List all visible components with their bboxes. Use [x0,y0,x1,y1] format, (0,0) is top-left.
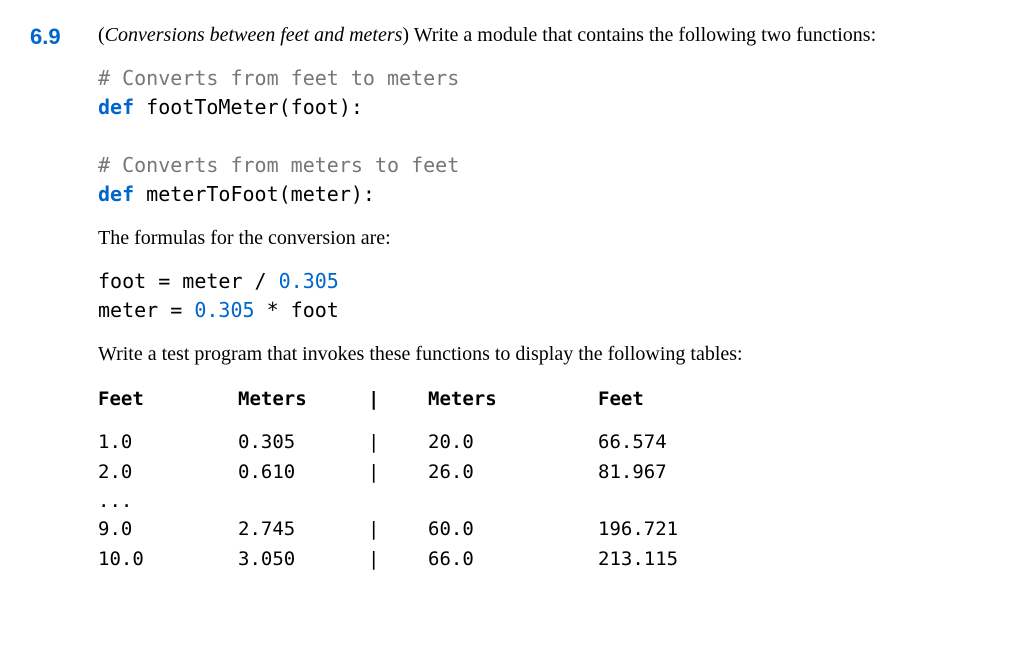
cell-separator: | [368,428,428,457]
code-keyword-def-2: def [98,182,134,206]
cell-feet-2: 196.721 [598,515,748,544]
table-row: 10.0 3.050 | 66.0 213.115 [98,545,992,574]
table-header-row: Feet Meters | Meters Feet [98,385,992,414]
table-row: 1.0 0.305 | 20.0 66.574 [98,428,992,457]
header-meters-2: Meters [428,385,598,414]
formula2-lhs: meter = [98,298,194,322]
formula-intro: The formulas for the conversion are: [98,223,992,253]
cell-meters: 3.050 [238,545,368,574]
code-func-1: footToMeter(foot): [134,95,363,119]
code-keyword-def-1: def [98,95,134,119]
test-instruction: Write a test program that invokes these … [98,339,992,369]
cell-feet: 10.0 [98,545,238,574]
cell-feet: 2.0 [98,458,238,487]
formula-block: foot = meter / 0.305 meter = 0.305 * foo… [98,267,992,325]
cell-meters-2: 26.0 [428,458,598,487]
exercise-body: (Conversions between feet and meters) Wr… [98,20,992,574]
cell-meters: 2.745 [238,515,368,544]
cell-meters: 0.610 [238,458,368,487]
table-ellipsis-row: ... [98,487,992,515]
problem-intro-suffix: ) Write a module that contains the follo… [402,24,876,46]
cell-meters-2: 20.0 [428,428,598,457]
header-meters: Meters [238,385,368,414]
code-func-2: meterToFoot(meter): [134,182,375,206]
formula2-number: 0.305 [194,298,254,322]
header-separator: | [368,385,428,414]
table-row: 9.0 2.745 | 60.0 196.721 [98,515,992,544]
cell-meters: 0.305 [238,428,368,457]
problem-intro: (Conversions between feet and meters) Wr… [98,20,992,50]
cell-ellipsis: ... [98,487,238,515]
cell-separator: | [368,515,428,544]
cell-meters-2: 60.0 [428,515,598,544]
code-comment-2: # Converts from meters to feet [98,153,459,177]
cell-feet: 1.0 [98,428,238,457]
cell-separator: | [368,458,428,487]
code-block-1: # Converts from feet to meters def footT… [98,64,992,209]
formula2-rhs: * foot [255,298,339,322]
header-feet-2: Feet [598,385,748,414]
problem-title: Conversions between feet and meters [105,24,403,46]
formula1-number: 0.305 [279,269,339,293]
exercise-container: 6.9 (Conversions between feet and meters… [30,20,992,574]
cell-feet-2: 213.115 [598,545,748,574]
exercise-number: 6.9 [30,20,70,574]
output-table: Feet Meters | Meters Feet 1.0 0.305 | 20… [98,385,992,574]
table-row: 2.0 0.610 | 26.0 81.967 [98,458,992,487]
cell-feet-2: 66.574 [598,428,748,457]
cell-separator: | [368,545,428,574]
cell-meters-2: 66.0 [428,545,598,574]
cell-feet: 9.0 [98,515,238,544]
header-feet: Feet [98,385,238,414]
code-comment-1: # Converts from feet to meters [98,66,459,90]
formula1-lhs: foot = meter / [98,269,279,293]
cell-feet-2: 81.967 [598,458,748,487]
